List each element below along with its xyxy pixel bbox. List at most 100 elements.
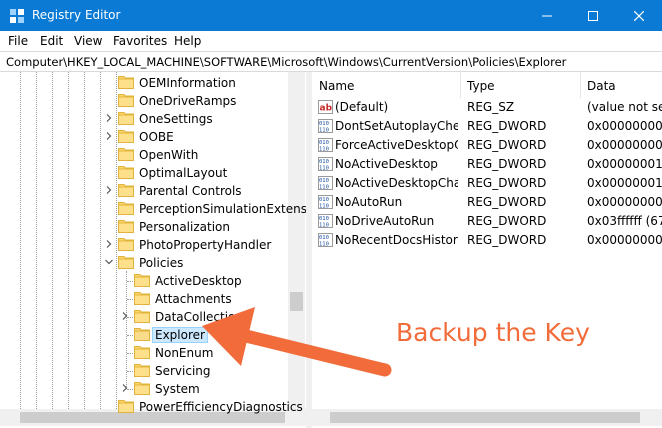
menu-help[interactable]: Help — [174, 34, 201, 48]
tree-node[interactable]: Attachments — [0, 290, 288, 308]
tree-node[interactable]: OpenWith — [0, 146, 288, 164]
svg-text:110: 110 — [319, 147, 329, 153]
binary-value-icon: 010110 — [318, 195, 333, 209]
tree-node[interactable]: ActiveDesktop — [0, 272, 288, 290]
column-divider[interactable] — [460, 72, 461, 98]
value-list[interactable]: Name Type Data ab (Default) REG_SZ (value n… — [312, 72, 662, 428]
value-row[interactable]: 010 110 NoDriveAutoRun REG_DWORD 0x03ffffff … — [312, 212, 662, 231]
tree-guide-line — [127, 281, 133, 282]
value-type: REG_DWORD — [467, 195, 547, 209]
tree-node-label: Parental Controls — [139, 184, 242, 198]
tree-node-label: OneDriveRamps — [139, 94, 237, 108]
chevron-right-icon[interactable] — [104, 131, 114, 141]
binary-value-icon: 010110 — [318, 233, 333, 247]
tree-node[interactable]: OneDriveRamps — [0, 92, 288, 110]
tree-node[interactable]: OneSettings — [0, 110, 288, 128]
chevron-right-icon[interactable] — [104, 113, 114, 123]
tree-node[interactable]: PerceptionSimulationExtensi — [0, 200, 306, 218]
tree-node[interactable]: PowerEfficiencyDiagnostics — [0, 398, 303, 416]
registry-editor-icon — [10, 9, 24, 23]
tree-node[interactable]: Policies — [0, 254, 288, 272]
folder-icon — [118, 202, 134, 215]
binary-value-icon: 010110 — [318, 157, 333, 171]
maximize-button[interactable] — [570, 0, 616, 31]
value-data: 0x00000000 (0) — [587, 119, 662, 133]
column-name-label: Name — [319, 79, 355, 93]
chevron-right-icon[interactable] — [104, 239, 114, 249]
tree-node-label: Policies — [139, 256, 184, 270]
tree-node-label: PhotoPropertyHandler — [139, 238, 272, 252]
column-divider[interactable] — [580, 72, 581, 98]
folder-icon — [134, 346, 150, 359]
menu-view[interactable]: View — [74, 34, 102, 48]
chevron-right-icon[interactable] — [120, 383, 130, 393]
menu-file[interactable]: File — [8, 34, 28, 48]
tree-guide-line — [127, 335, 133, 336]
value-row[interactable]: 010 110 NoRecentDocsHistory REG_DWORD 0x0000… — [312, 231, 662, 250]
value-row[interactable]: 010 110 NoActiveDesktop REG_DWORD 0x00000001… — [312, 155, 662, 174]
value-data: 0x03ffffff (67108863) — [587, 214, 662, 228]
chevron-right-icon[interactable] — [104, 185, 114, 195]
string-value-icon: ab — [318, 100, 333, 114]
minimize-button[interactable] — [524, 0, 570, 31]
tree-node[interactable]: DataCollection — [0, 308, 288, 326]
value-name: NoRecentDocsHistory — [335, 233, 458, 247]
list-horizontal-scroll-thumb[interactable] — [330, 412, 640, 423]
tree-node[interactable]: OptimalLayout — [0, 164, 288, 182]
tree-vertical-scrollbar[interactable] — [288, 72, 305, 409]
value-row[interactable]: 010110NoAutoRunREG_DWORD0x00000000 (0) — [312, 193, 662, 212]
tree-node-label: OOBE — [139, 130, 174, 144]
tree-node-label: DataCollection — [155, 310, 244, 324]
value-type: REG_DWORD — [467, 233, 547, 247]
svg-text:010: 010 — [319, 159, 329, 165]
tree-node-label: Attachments — [155, 292, 232, 306]
folder-icon — [118, 238, 134, 251]
binary-value-icon: 010110 — [318, 214, 333, 228]
tree-node[interactable]: Parental Controls — [0, 182, 288, 200]
value-row[interactable]: 010110NoActiveDesktopChangesREG_DWORD0x0… — [312, 174, 662, 193]
minimize-icon — [542, 15, 552, 16]
folder-icon — [134, 364, 150, 377]
svg-text:110: 110 — [319, 242, 329, 248]
folder-icon — [118, 400, 134, 413]
value-name: NoActiveDesktopChanges — [335, 176, 458, 190]
address-bar[interactable]: Computer\HKEY_LOCAL_MACHINE\SOFTWARE\Mic… — [0, 51, 662, 72]
tree-node[interactable]: System — [0, 380, 288, 398]
value-row[interactable]: 010110DontSetAutoplayCheckboxREG_DWORD0x… — [312, 117, 662, 136]
chevron-down-icon[interactable] — [104, 257, 114, 267]
tree-node[interactable]: Personalization — [0, 218, 288, 236]
folder-icon — [134, 382, 150, 395]
tree-node[interactable]: PhotoPropertyHandler — [0, 236, 288, 254]
tree-node-label: PerceptionSimulationExtensi — [139, 202, 306, 216]
tree-node-label: OptimalLayout — [139, 166, 228, 180]
close-button[interactable] — [616, 0, 662, 31]
tree-vertical-scroll-thumb[interactable] — [290, 292, 303, 311]
tree-node-label: OEMInformation — [139, 76, 236, 90]
tree-node[interactable]: Explorer — [0, 326, 288, 344]
binary-value-icon: 010110 — [318, 138, 333, 152]
tree-node-label: Servicing — [155, 364, 211, 378]
folder-icon — [118, 112, 134, 125]
tree-node[interactable]: Servicing — [0, 362, 288, 380]
tree-node[interactable]: NonEnum — [0, 344, 288, 362]
svg-text:110: 110 — [319, 166, 329, 172]
tree-node[interactable]: OEMInformation — [0, 74, 288, 92]
menu-favorites[interactable]: Favorites — [113, 34, 167, 48]
key-tree[interactable]: OEMInformation OneDriveRamps OneSettings OO… — [0, 72, 306, 428]
tree-guide-line — [127, 371, 133, 372]
value-name: ForceActiveDesktopOn — [335, 138, 458, 152]
tree-node-label: NonEnum — [155, 346, 214, 360]
menu-edit[interactable]: Edit — [40, 34, 63, 48]
list-horizontal-scrollbar[interactable] — [312, 409, 662, 426]
value-name: (Default) — [335, 100, 389, 114]
value-data: 0x00000001 (1) — [587, 157, 662, 171]
value-row[interactable]: 010 110 ForceActiveDesktopOn REG_DWORD 0x000… — [312, 136, 662, 155]
value-row[interactable]: ab(Default) REG_SZ (value not set) — [312, 98, 662, 117]
tree-node[interactable]: OOBE — [0, 128, 288, 146]
value-type: REG_DWORD — [467, 157, 547, 171]
tree-node-label: PowerEfficiencyDiagnostics — [139, 400, 303, 414]
chevron-right-icon[interactable] — [120, 311, 130, 321]
address-path[interactable]: Computer\HKEY_LOCAL_MACHINE\SOFTWARE\Mic… — [6, 55, 566, 69]
tree-node-label: System — [155, 382, 200, 396]
binary-value-icon: 010110 — [318, 176, 333, 190]
